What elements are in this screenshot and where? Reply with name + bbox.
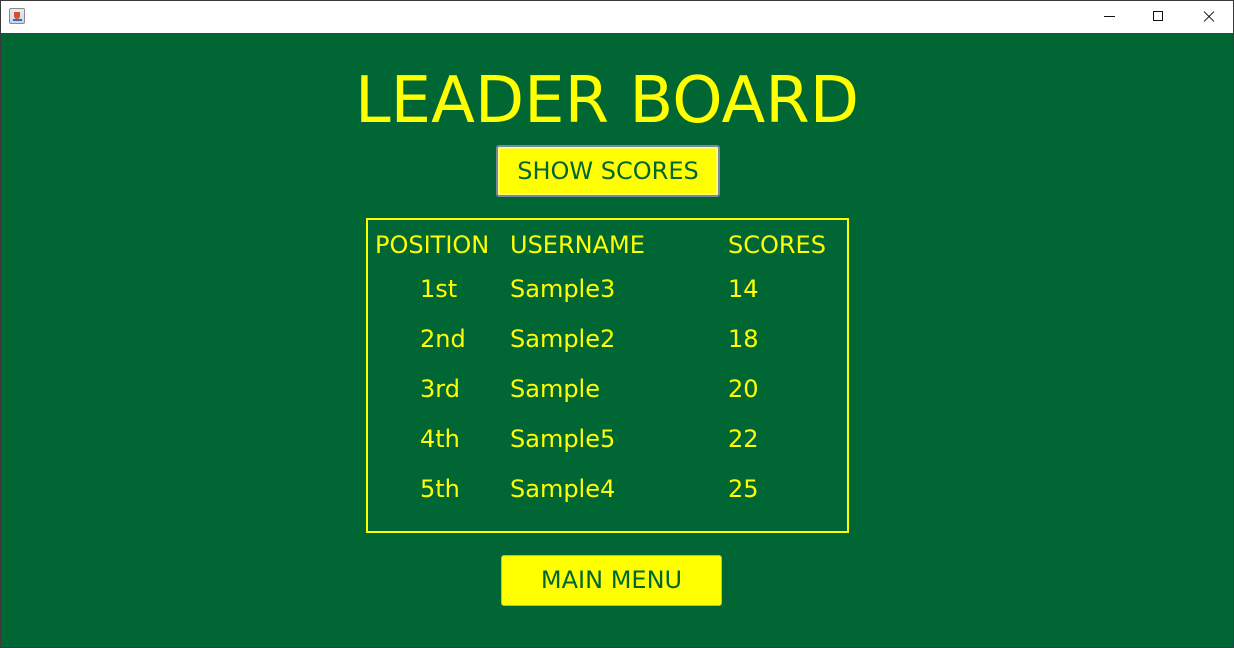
position-cell: 3rd xyxy=(420,375,460,403)
main-menu-button[interactable]: MAIN MENU xyxy=(501,555,722,606)
minimize-button[interactable] xyxy=(1086,1,1132,33)
maximize-icon xyxy=(1153,11,1163,21)
score-cell: 18 xyxy=(728,325,759,353)
score-cell: 20 xyxy=(728,375,759,403)
position-cell: 1st xyxy=(420,275,458,303)
leaderboard-panel: POSITION USERNAME SCORES 1st Sample3 14 … xyxy=(366,218,849,533)
java-coffee-cup-icon[interactable] xyxy=(9,8,25,24)
scores-column-header: SCORES xyxy=(728,231,826,259)
username-cell: Sample3 xyxy=(510,275,616,303)
page-title: LEADER BOARD xyxy=(355,64,859,138)
maximize-button[interactable] xyxy=(1135,1,1181,33)
app-window: LEADER BOARD SHOW SCORES POSITION USERNA… xyxy=(0,0,1234,648)
position-cell: 4th xyxy=(420,425,460,453)
username-cell: Sample4 xyxy=(510,475,616,503)
position-column-header: POSITION xyxy=(375,231,490,259)
minimize-icon xyxy=(1104,16,1115,17)
username-cell: Sample2 xyxy=(510,325,616,353)
score-cell: 22 xyxy=(728,425,759,453)
show-scores-button[interactable]: SHOW SCORES xyxy=(496,145,720,197)
username-cell: Sample5 xyxy=(510,425,616,453)
username-column-header: USERNAME xyxy=(510,231,645,259)
username-cell: Sample xyxy=(510,375,600,403)
title-bar[interactable] xyxy=(1,1,1233,33)
position-cell: 2nd xyxy=(420,325,466,353)
close-button[interactable] xyxy=(1185,1,1231,33)
score-cell: 14 xyxy=(728,275,759,303)
score-cell: 25 xyxy=(728,475,759,503)
position-cell: 5th xyxy=(420,475,460,503)
